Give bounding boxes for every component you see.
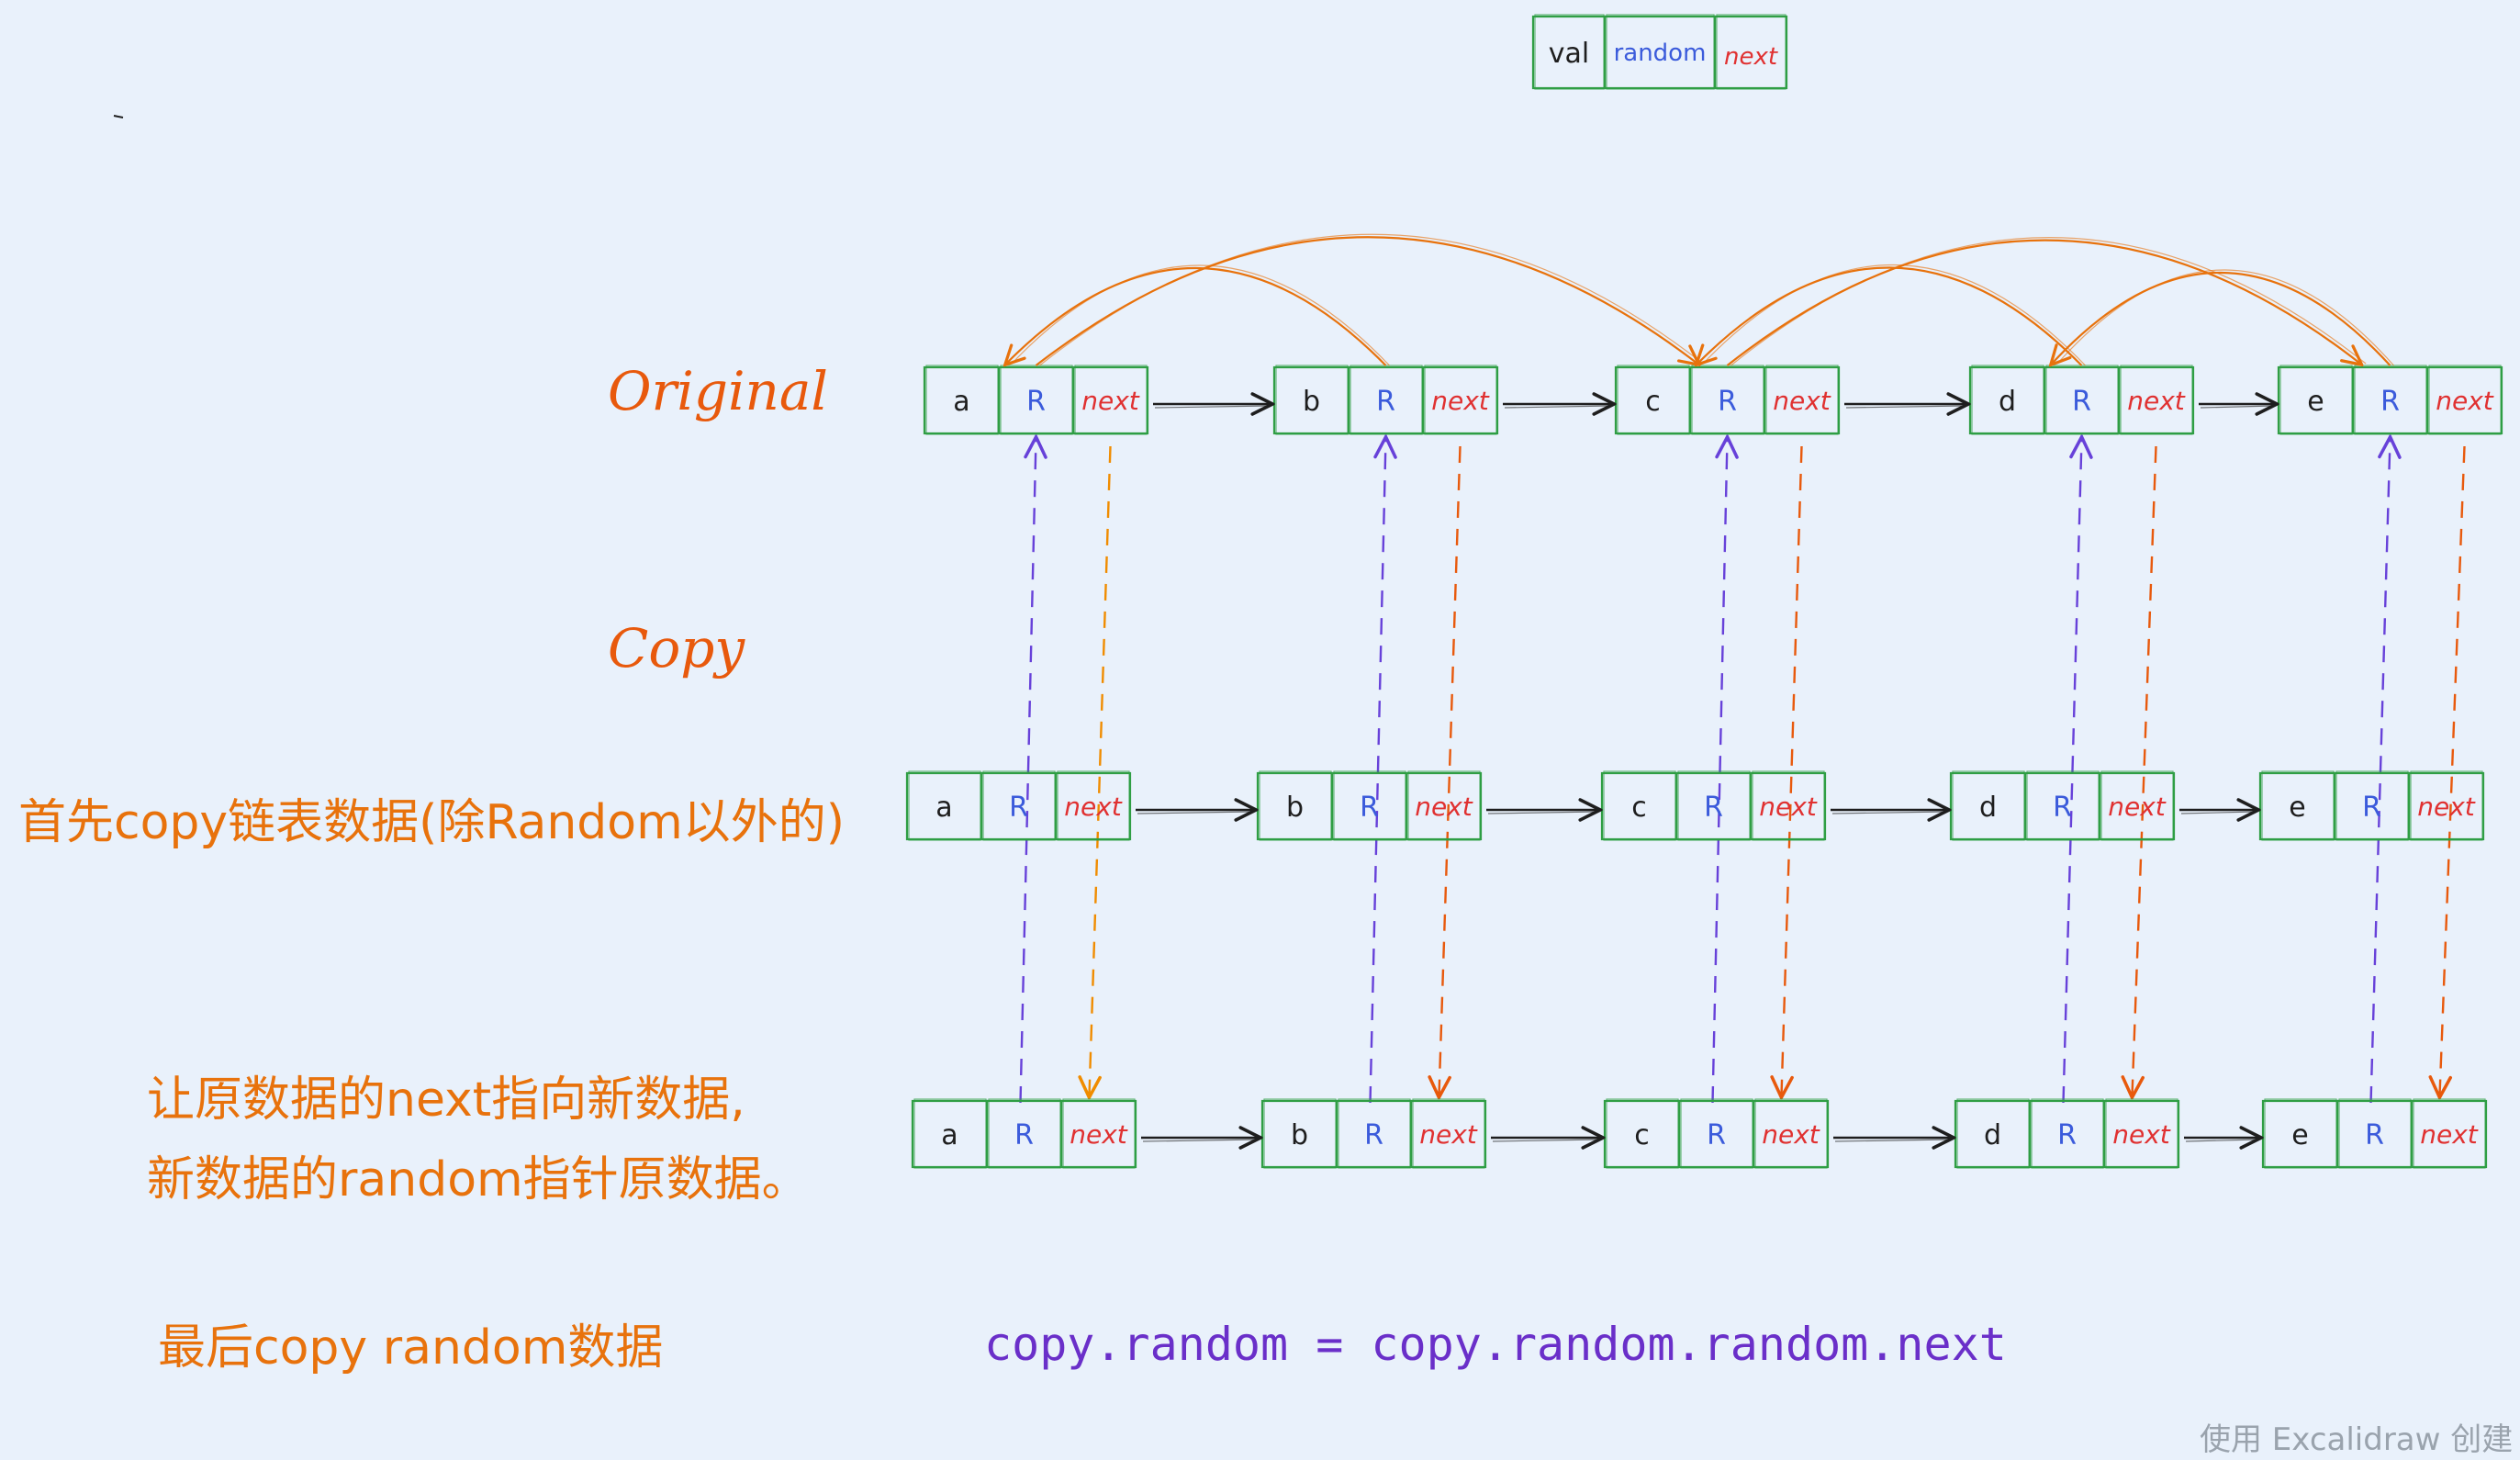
node-random-text: R [2362, 792, 2381, 824]
node-random-text: R [1360, 792, 1379, 824]
final-node-d: d Rnext [1954, 1098, 2180, 1169]
node-random-text: R [1718, 386, 1737, 418]
copy-node-a: a Rnext [905, 770, 1132, 841]
copy-node-b: b Rnext [1256, 770, 1483, 841]
node-random-text: R [2365, 1119, 2384, 1151]
node-next-text: next [1415, 792, 1473, 822]
original-node-e: e Rnext [2277, 365, 2503, 435]
linked-list-diagram: val random next a Rnext b Rnext c Rnext d Rnext e Rn… [113, 14, 2503, 1169]
node-val-text: e [2289, 792, 2305, 824]
formula: copy.random = copy.random.random.next [984, 1318, 2007, 1371]
copy-node-d: d Rnext [1949, 770, 2176, 841]
node-next-text: next [1762, 1119, 1820, 1150]
final-node-b: b Rnext [1260, 1098, 1487, 1169]
legend-node: val random next [1531, 14, 1788, 90]
node-val-text: d [1984, 1119, 2001, 1151]
node-random-text: R [2057, 1119, 2077, 1151]
row-label-copy: Copy [608, 617, 745, 679]
node-random-text: R [1704, 792, 1723, 824]
node-next-text: next [1759, 792, 1818, 822]
node-random-text: R [1009, 792, 1028, 824]
node-val-text: d [1999, 386, 2016, 418]
legend-val-text: val [1549, 38, 1589, 70]
node-next-text: next [2417, 792, 2476, 822]
node-random-text: R [1364, 1119, 1383, 1151]
node-random-text: R [2072, 386, 2091, 418]
node-val-text: a [941, 1119, 958, 1151]
legend-random-text: random [1614, 39, 1707, 67]
node-next-text: next [2108, 792, 2167, 822]
node-next-text: next [1064, 792, 1123, 822]
node-next-text: next [1419, 1119, 1478, 1150]
node-next-text: next [1773, 386, 1831, 416]
node-next-text: next [1081, 386, 1140, 416]
node-val-text: c [1645, 386, 1661, 418]
node-random-text: R [2380, 386, 2400, 418]
node-next-text: next [1431, 386, 1490, 416]
original-node-a: a Rnext [923, 365, 1149, 435]
node-next-text: next [2436, 386, 2494, 416]
stray-mark [113, 115, 124, 118]
node-random-text: R [1026, 386, 1046, 418]
node-next-text: next [2127, 386, 2186, 416]
node-val-text: b [1303, 386, 1320, 418]
final-node-e: e Rnext [2261, 1098, 2488, 1169]
node-val-text: d [1979, 792, 1997, 824]
node-val-text: e [2307, 386, 2324, 418]
original-node-b: b Rnext [1272, 365, 1499, 435]
final-node-a: a Rnext [911, 1098, 1137, 1169]
node-random-text: R [2053, 792, 2072, 824]
legend-next-text: next [1724, 43, 1778, 71]
copy-node-e: e Rnext [2258, 770, 2485, 841]
original-node-c: c Rnext [1614, 365, 1841, 435]
row-label-original: Original [608, 360, 828, 422]
node-next-text: next [1070, 1119, 1128, 1150]
step2-caption-line1: 让原数据的next指向新数据, [147, 1073, 745, 1128]
node-random-text: R [1707, 1119, 1726, 1151]
node-val-text: a [953, 386, 969, 418]
node-val-text: c [1634, 1119, 1650, 1151]
step3-caption: 最后copy random数据 [158, 1320, 664, 1376]
original-node-d: d Rnext [1968, 365, 2195, 435]
node-next-text: next [2420, 1119, 2479, 1150]
node-random-text: R [1014, 1119, 1034, 1151]
node-val-text: b [1286, 792, 1304, 824]
step2-caption-line2: 新数据的random指针原数据。 [147, 1152, 810, 1207]
node-val-text: c [1631, 792, 1647, 824]
node-next-text: next [2112, 1119, 2171, 1150]
node-val-text: b [1291, 1119, 1308, 1151]
node-val-text: a [935, 792, 952, 824]
final-node-c: c Rnext [1603, 1098, 1830, 1169]
node-random-text: R [1376, 386, 1395, 418]
watermark: 使用 Excalidraw 创建 [2200, 1421, 2514, 1458]
node-val-text: e [2291, 1119, 2308, 1151]
step1-caption: 首先copy链表数据(除Random以外的) [18, 795, 846, 850]
